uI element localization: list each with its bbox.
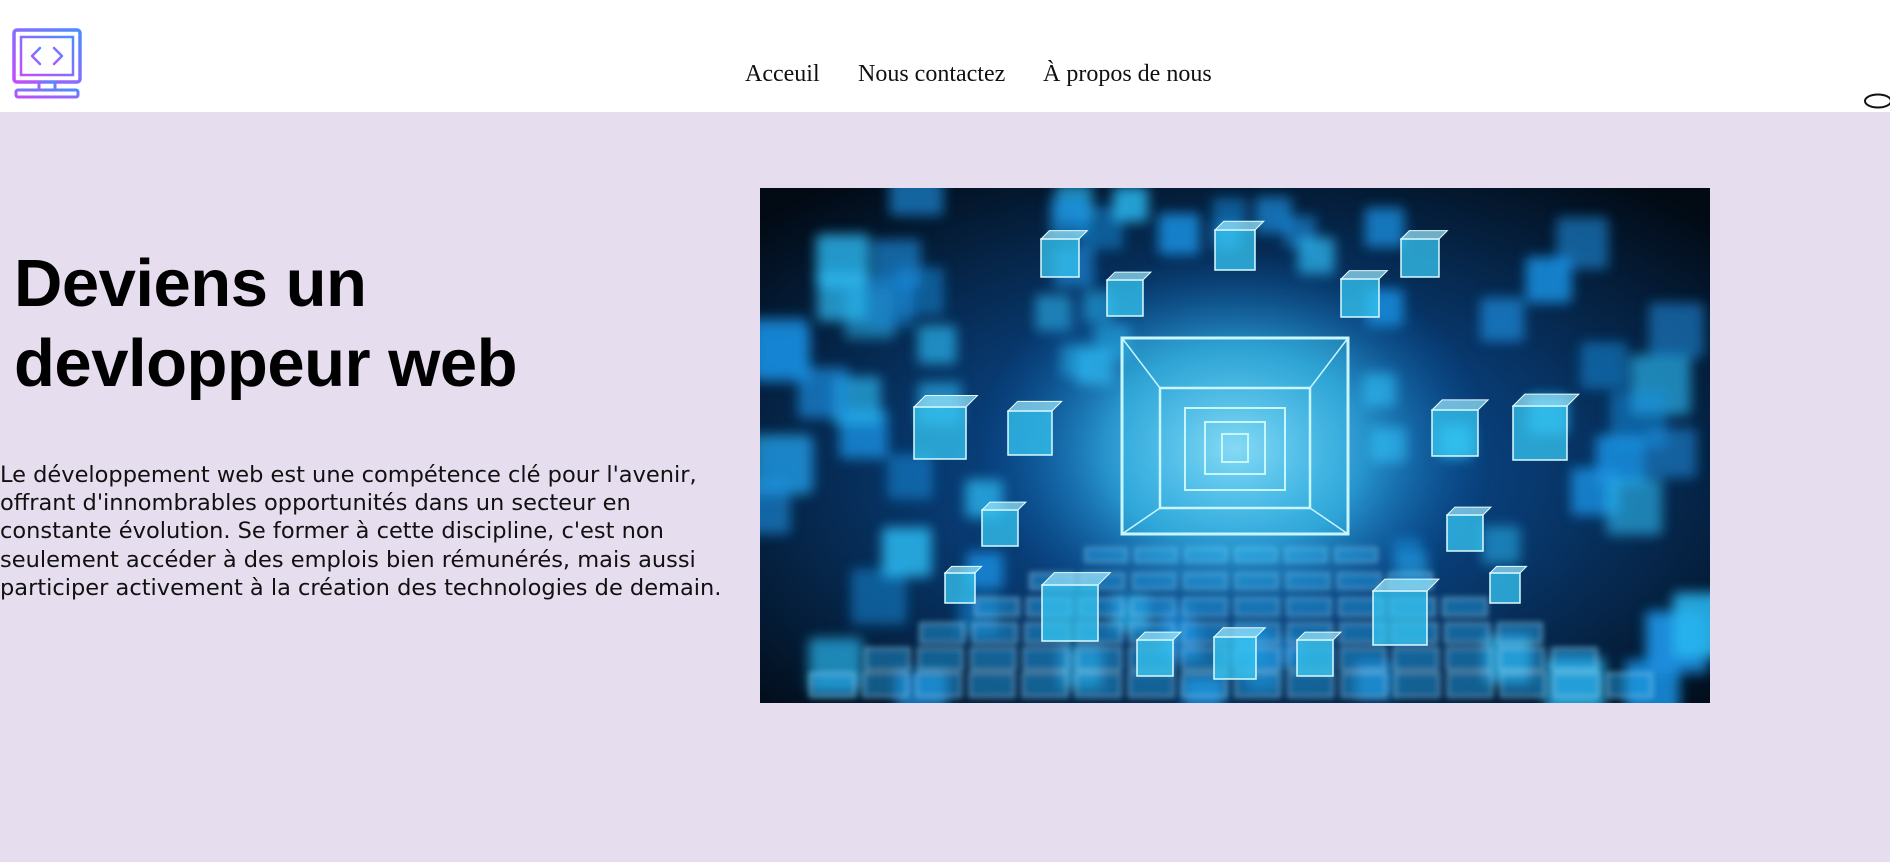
site-header: Acceuil Nous contactez À propos de nous: [0, 0, 1890, 112]
nav-link-contact[interactable]: Nous contactez: [858, 58, 1005, 90]
glowing-blue-cubes-image: [760, 188, 1710, 703]
main-nav: Acceuil Nous contactez À propos de nous: [0, 58, 1890, 90]
hero-description: Le développement web est une compétence …: [0, 462, 722, 601]
hero-title: Deviens un devloppeur web: [14, 246, 518, 401]
search-icon[interactable]: [1862, 90, 1890, 112]
nav-link-home[interactable]: Acceuil: [745, 58, 820, 90]
nav-link-about[interactable]: À propos de nous: [1043, 58, 1212, 90]
